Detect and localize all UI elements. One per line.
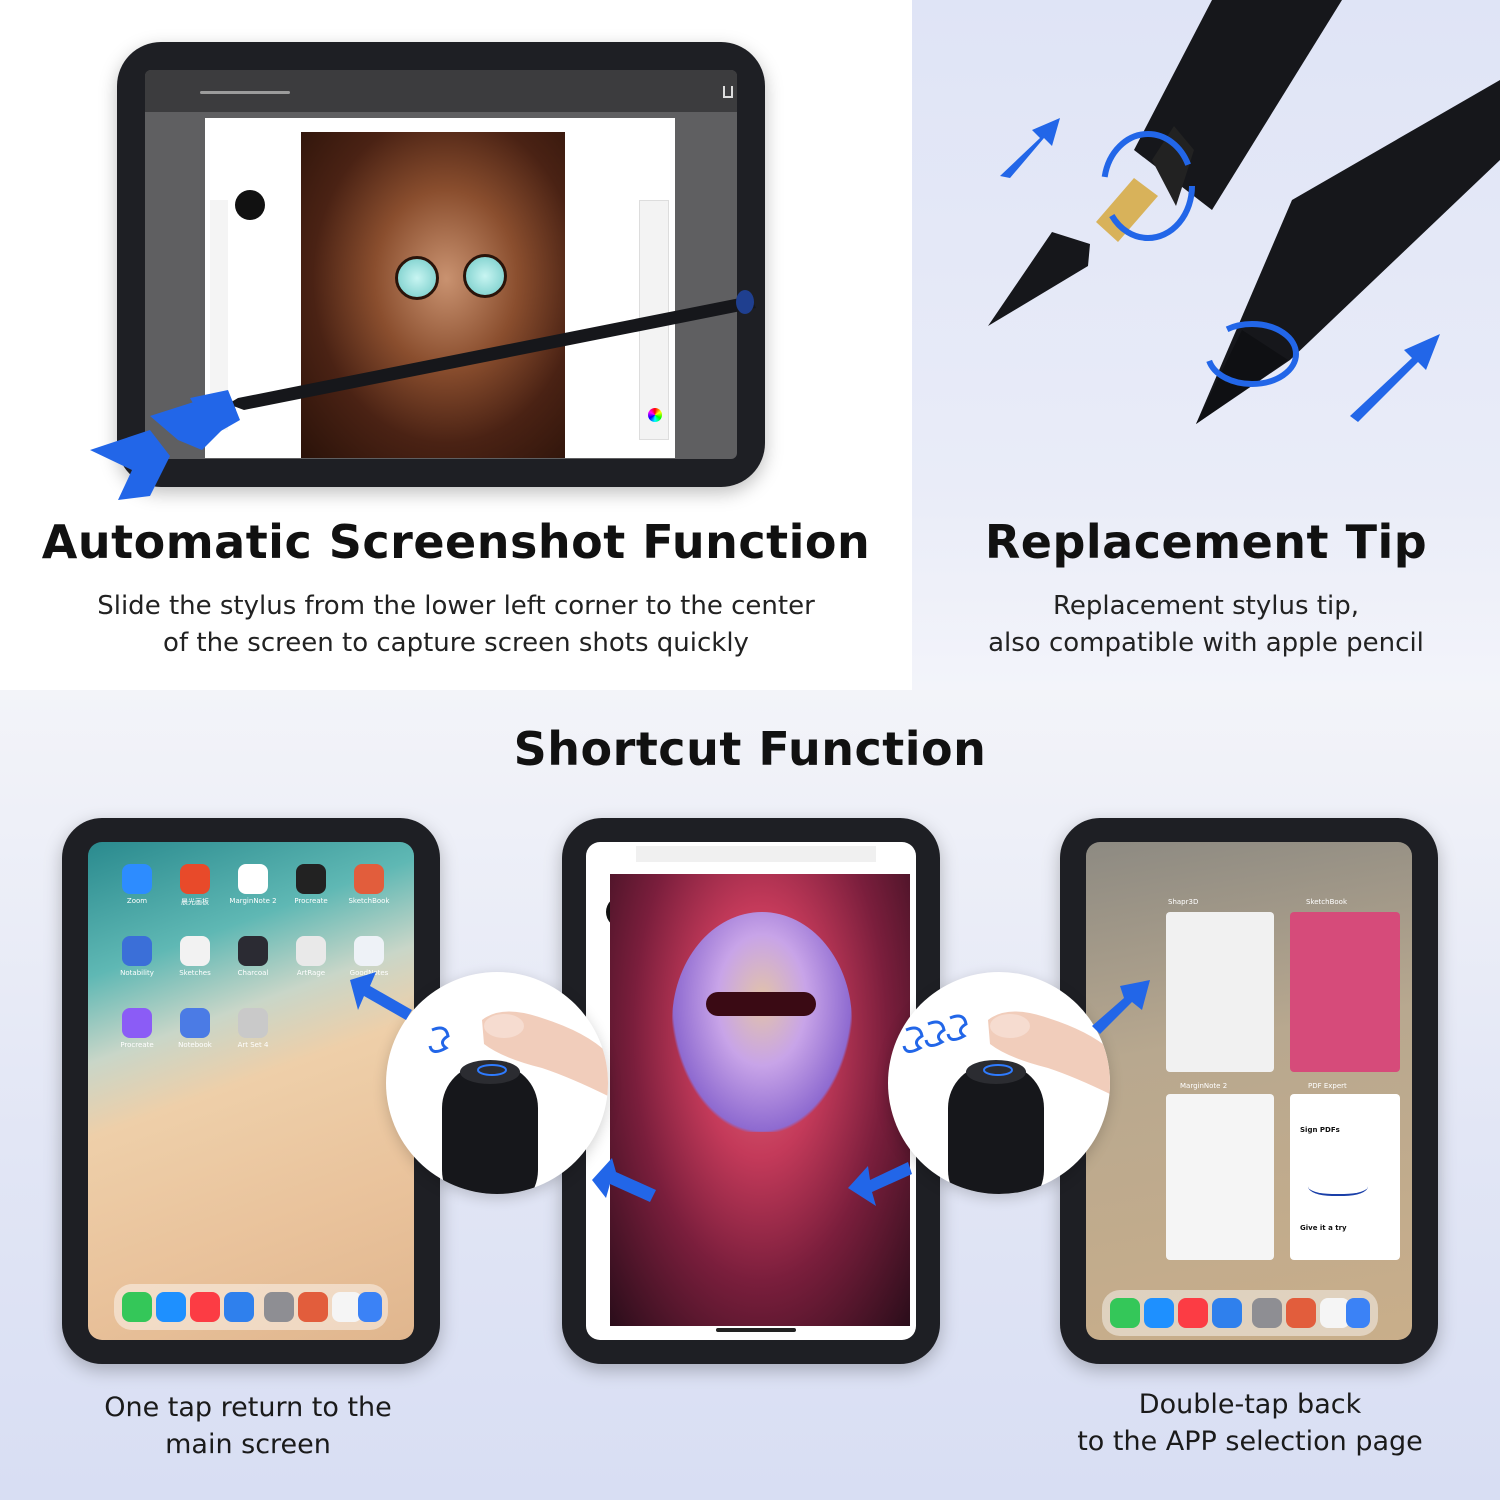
stylus-illustration — [90, 290, 756, 500]
switcher-label-pdf-expert: PDF Expert — [1308, 1082, 1347, 1090]
switcher-label-marginnote: MarginNote 2 — [1180, 1082, 1228, 1090]
screenshot-title: Automatic Screenshot Function — [41, 515, 871, 569]
settings-icon[interactable] — [264, 1292, 294, 1322]
settings-icon[interactable] — [1252, 1298, 1282, 1328]
mail-icon[interactable] — [1212, 1298, 1242, 1328]
switcher-card-sketchbook[interactable] — [1290, 912, 1400, 1072]
screenshot-subtitle-1: Slide the stylus from the lower left cor… — [97, 591, 815, 621]
pdf-card-heading: Sign PDFs — [1300, 1126, 1340, 1134]
home-app-icon[interactable] — [354, 864, 384, 894]
right-caption-1: Double-tap back — [1138, 1389, 1362, 1420]
home-app-icon[interactable] — [180, 864, 210, 894]
artwork-sunglasses — [706, 992, 816, 1016]
pen-tip-illustration — [988, 0, 1500, 424]
double-tap-illustration — [902, 1011, 1110, 1194]
replacement-tip-panel: Replacement Tip Replacement stylus tip, … — [912, 0, 1500, 690]
safari-icon[interactable] — [1144, 1298, 1174, 1328]
left-caption-1: One tap return to the — [104, 1392, 392, 1423]
home-app-label: Notability — [120, 969, 154, 977]
right-caption-2: to the APP selection page — [1077, 1426, 1423, 1457]
app-library-icon[interactable] — [1346, 1298, 1370, 1328]
home-screen: Zoom 晨光画板 MarginNote 2 Procreate SketchBook N… — [88, 842, 414, 1340]
home-dock — [114, 1284, 388, 1330]
switcher-card-shapr3d[interactable] — [1166, 912, 1274, 1072]
pdf-card-footer: Give it a try — [1300, 1224, 1347, 1232]
home-indicator — [716, 1328, 796, 1332]
home-app-label: Art Set 4 — [237, 1041, 269, 1049]
double-tap-bubble — [888, 972, 1110, 1194]
drawing-toolbar[interactable] — [636, 846, 876, 862]
switcher-dock — [1102, 1290, 1378, 1336]
home-app-icon[interactable] — [122, 1008, 152, 1038]
home-app-icon[interactable] — [180, 1008, 210, 1038]
switcher-label-sketchbook: SketchBook — [1306, 898, 1348, 906]
home-app-icon[interactable] — [238, 936, 268, 966]
home-app-icon[interactable] — [296, 864, 326, 894]
switcher-label-shapr3d: Shapr3D — [1168, 898, 1199, 906]
home-app-label: Procreate — [294, 897, 328, 905]
sketchbook-dock-icon[interactable] — [298, 1292, 328, 1322]
home-app-icon[interactable] — [296, 936, 326, 966]
tip-subtitle-1: Replacement stylus tip, — [1053, 591, 1359, 621]
music-icon[interactable] — [190, 1292, 220, 1322]
home-app-label: Sketches — [179, 969, 211, 977]
pdf-card-signature — [1308, 1172, 1368, 1196]
home-app-label: 晨光画板 — [181, 898, 209, 906]
music-icon[interactable] — [1178, 1298, 1208, 1328]
single-tap-illustration — [428, 1011, 608, 1194]
home-app-label: GoodNotes — [349, 969, 389, 977]
home-app-icon[interactable] — [354, 936, 384, 966]
safari-icon[interactable] — [156, 1292, 186, 1322]
left-caption-2: main screen — [165, 1429, 331, 1460]
home-app-icon[interactable] — [180, 936, 210, 966]
screenshot-subtitle-2: of the screen to capture screen shots qu… — [163, 628, 749, 658]
tip-subtitle-2: also compatible with apple pencil — [988, 628, 1424, 658]
home-app-icon[interactable] — [238, 1008, 268, 1038]
app-library-icon[interactable] — [358, 1292, 382, 1322]
tablet-drawing-app — [562, 818, 940, 1364]
artwork-hair — [672, 912, 852, 1132]
home-app-label: Notebook — [178, 1041, 212, 1049]
single-tap-bubble — [386, 972, 608, 1194]
tablet-app-switcher: Shapr3D SketchBook MarginNote 2 PDF Expe… — [1060, 818, 1438, 1364]
home-app-icon[interactable] — [122, 936, 152, 966]
home-app-label: Zoom — [126, 897, 148, 905]
home-app-label: ArtRage — [296, 969, 326, 977]
shortcut-title: Shortcut Function — [513, 722, 987, 776]
sketchbook-dock-icon[interactable] — [1286, 1298, 1316, 1328]
app-switcher-screen: Shapr3D SketchBook MarginNote 2 PDF Expe… — [1086, 842, 1412, 1340]
switcher-card-marginnote[interactable] — [1166, 1094, 1274, 1260]
home-app-icon[interactable] — [238, 864, 268, 894]
home-app-icon[interactable] — [122, 864, 152, 894]
home-app-label: Charcoal — [237, 969, 269, 977]
home-app-label: SketchBook — [348, 897, 390, 905]
tip-title: Replacement Tip — [984, 515, 1428, 569]
home-app-label: Procreate — [120, 1041, 154, 1049]
messages-icon[interactable] — [1110, 1298, 1140, 1328]
mail-icon[interactable] — [224, 1292, 254, 1322]
drawing-screen — [586, 842, 916, 1340]
messages-icon[interactable] — [122, 1292, 152, 1322]
screenshot-panel: Automatic Screenshot Function Slide the … — [0, 0, 912, 690]
home-app-label: MarginNote 2 — [229, 897, 277, 905]
tablet-home-screen: Zoom 晨光画板 MarginNote 2 Procreate SketchBook N… — [62, 818, 440, 1364]
shortcut-panel: Shortcut Function Zoom 晨光画板 MarginNote 2 Pr… — [0, 690, 1500, 1500]
